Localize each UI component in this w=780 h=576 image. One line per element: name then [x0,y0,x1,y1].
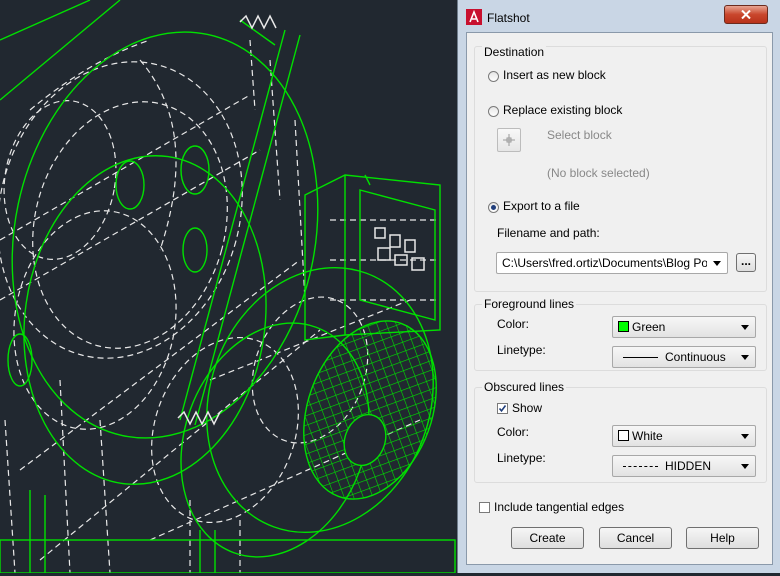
insert-new-block-label[interactable]: Insert as new block [503,68,606,82]
foreground-color-swatch [618,321,629,332]
foreground-lines-legend: Foreground lines [482,297,577,311]
foreground-linetype-dropdown[interactable]: Continuous [612,346,756,368]
show-obscured-label[interactable]: Show [512,401,542,415]
flatshot-dialog: Flatshot Destination Insert as new block… [457,0,780,573]
chevron-down-icon [741,434,749,439]
show-obscured-checkbox[interactable] [497,403,508,414]
foreground-linetype-label: Linetype: [497,343,546,357]
filename-value: C:\Users\fred.ortiz\Documents\Blog Posts… [502,256,707,270]
continuous-line-sample [623,357,658,358]
include-tangential-label[interactable]: Include tangential edges [494,500,624,514]
obscured-color-label: Color: [497,425,530,439]
destination-legend: Destination [482,45,547,59]
obscured-linetype-value: HIDDEN [665,459,712,473]
chevron-down-icon [741,325,749,330]
title-bar[interactable]: Flatshot [458,0,780,32]
select-block-button[interactable] [497,128,521,152]
insert-new-block-radio[interactable] [488,71,499,82]
obscured-linetype-dropdown[interactable]: HIDDEN [612,455,756,477]
foreground-color-label: Color: [497,317,530,331]
export-to-file-radio[interactable] [488,202,499,213]
dialog-title: Flatshot [487,11,530,25]
chevron-down-icon [741,464,749,469]
replace-existing-block-radio[interactable] [488,106,499,117]
select-block-label: Select block [547,128,612,142]
obscured-color-dropdown[interactable]: White [612,425,756,447]
foreground-color-dropdown[interactable]: Green [612,316,756,338]
autocad-app-icon [466,9,482,25]
obscured-color-swatch [618,430,629,441]
export-to-file-label[interactable]: Export to a file [503,199,580,213]
chevron-down-icon [741,355,749,360]
checkmark-icon [498,405,507,413]
help-button[interactable]: Help [686,527,759,549]
filename-label: Filename and path: [497,226,600,240]
create-button[interactable]: Create [511,527,584,549]
browse-button[interactable]: ... [736,253,756,272]
obscured-linetype-label: Linetype: [497,451,546,465]
chevron-down-icon [713,261,721,266]
obscured-color-value: White [632,429,663,443]
obscured-lines-legend: Obscured lines [482,380,567,394]
flatshot-drawing [0,0,460,574]
dialog-client-area: Destination Insert as new block Replace … [466,32,773,565]
filename-combobox[interactable]: C:\Users\fred.ortiz\Documents\Blog Posts… [496,252,728,274]
drawing-canvas[interactable] [0,0,460,574]
close-icon [741,10,751,19]
no-block-selected-text: (No block selected) [547,166,650,180]
foreground-color-value: Green [632,320,666,334]
foreground-linetype-value: Continuous [665,350,726,364]
hidden-line-sample [623,466,658,467]
cancel-button[interactable]: Cancel [599,527,672,549]
pick-point-icon [503,134,515,146]
include-tangential-checkbox[interactable] [479,502,490,513]
close-button[interactable] [724,5,768,24]
replace-existing-block-label[interactable]: Replace existing block [503,103,622,117]
